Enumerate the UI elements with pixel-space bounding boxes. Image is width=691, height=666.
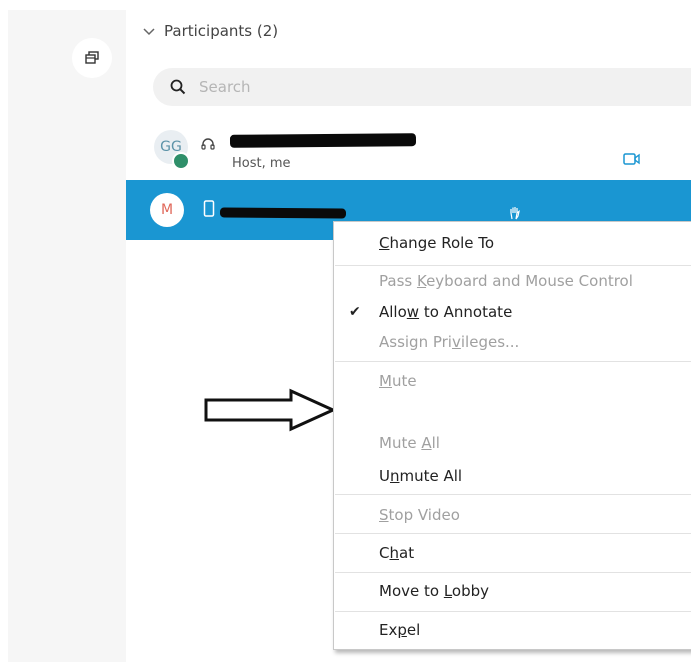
phone-icon xyxy=(203,200,215,217)
participant-role-label: Host, me xyxy=(232,156,291,171)
avatar-initials: M xyxy=(160,202,174,218)
participant-context-menu: Change Role To Pass Keyboard and Mouse C… xyxy=(333,221,691,650)
redacted-name xyxy=(219,207,347,219)
menu-separator xyxy=(335,611,691,612)
search-box[interactable] xyxy=(153,68,691,106)
participants-window: Participants (2) GG Host, me xyxy=(0,0,691,666)
search-input[interactable] xyxy=(197,77,651,97)
window-switch-button[interactable] xyxy=(72,38,112,78)
chevron-down-icon xyxy=(143,28,155,36)
headset-icon xyxy=(201,138,215,150)
participants-section-header[interactable]: Participants (2) xyxy=(140,22,278,40)
checkmark-icon: ✔ xyxy=(349,304,361,320)
menu-separator xyxy=(335,361,691,362)
menu-separator xyxy=(335,572,691,573)
outline-arrow-right-icon xyxy=(204,388,337,432)
window-switch-icon xyxy=(85,51,99,64)
menu-separator xyxy=(335,265,691,266)
avatar: M xyxy=(150,193,184,227)
menu-separator xyxy=(335,494,691,495)
left-rail xyxy=(8,10,126,662)
search-icon xyxy=(170,79,186,95)
participant-row-host[interactable]: GG Host, me xyxy=(126,118,691,178)
menu-separator xyxy=(335,533,691,534)
raised-hand-icon xyxy=(510,207,520,220)
participants-header-label: Participants (2) xyxy=(164,22,279,40)
camera-icon[interactable] xyxy=(623,152,641,166)
redacted-name xyxy=(229,133,417,148)
presence-dot xyxy=(172,152,190,170)
